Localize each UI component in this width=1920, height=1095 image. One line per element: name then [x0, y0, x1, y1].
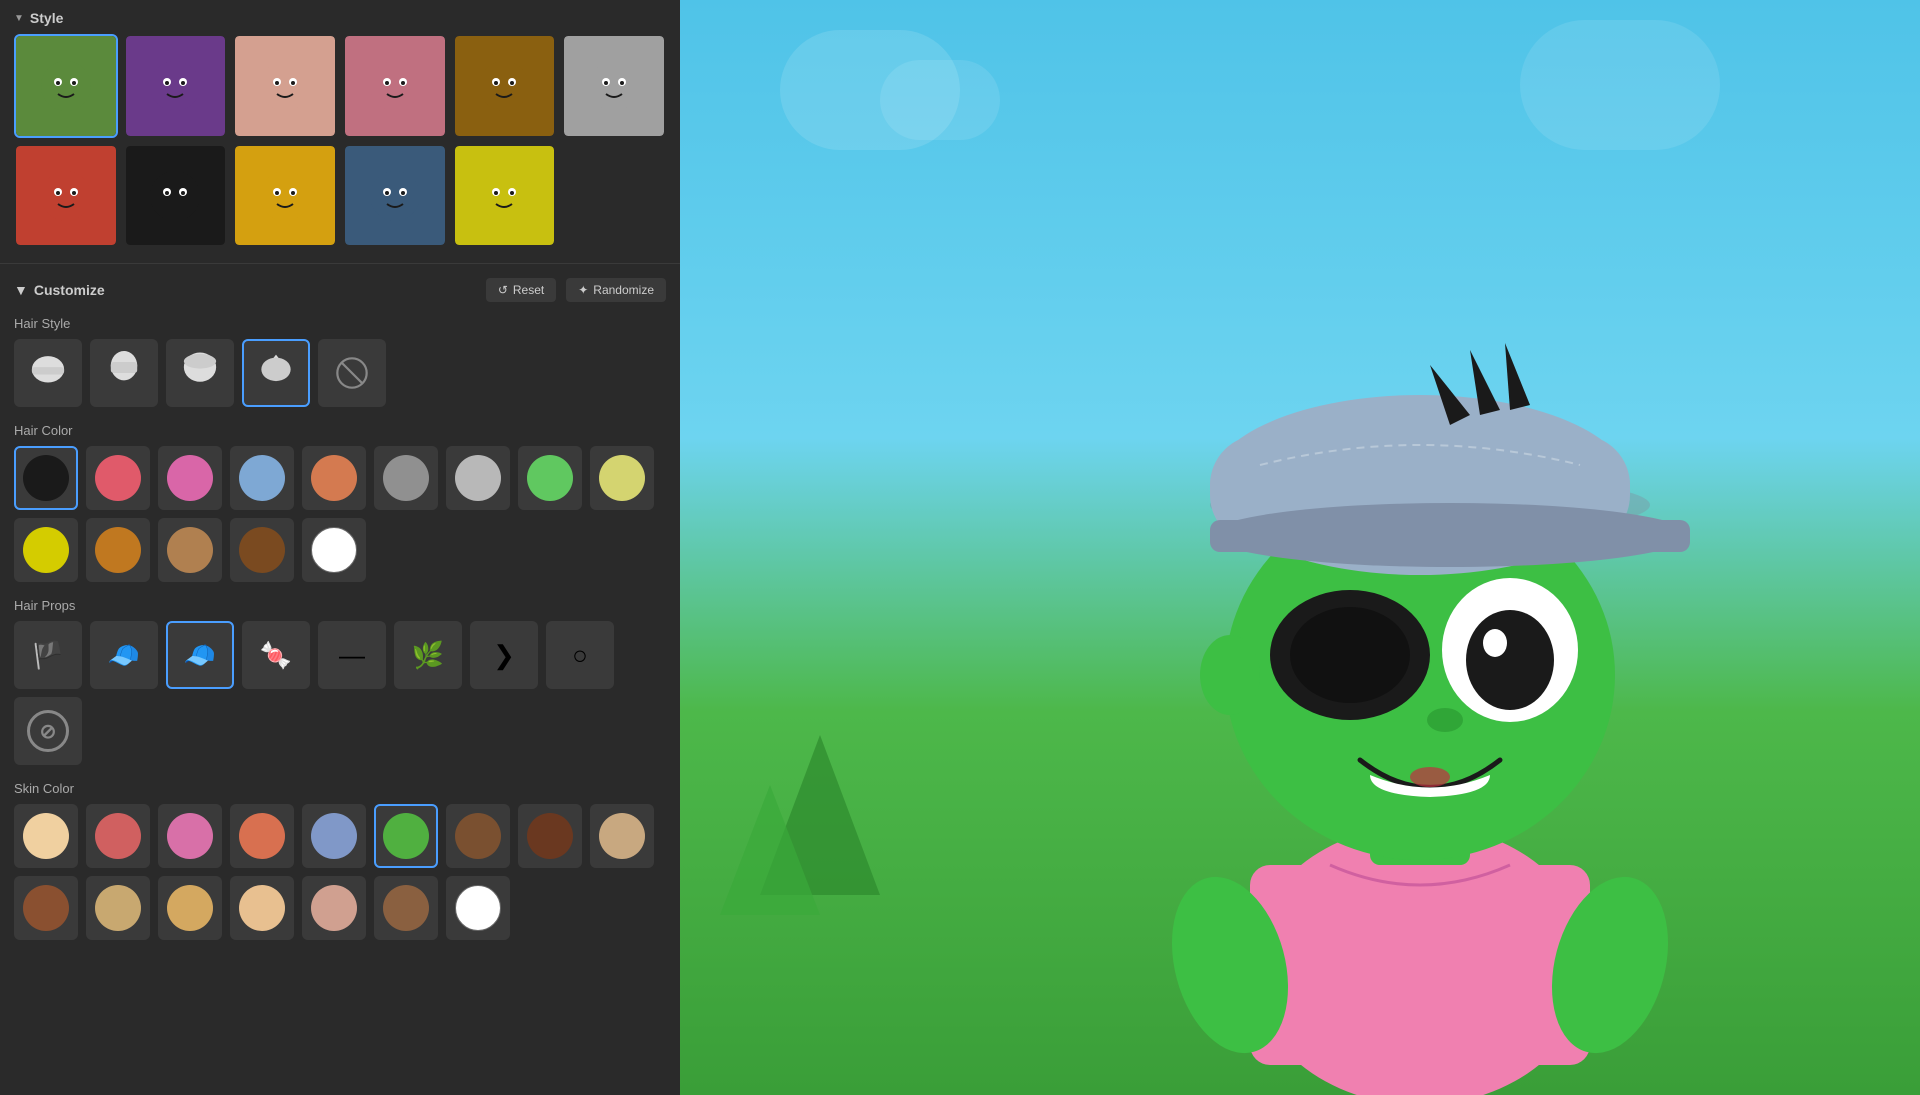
skin-color-section: Skin Color [0, 775, 680, 950]
cloud-shape-2 [880, 60, 1000, 140]
hair-color-swatch-3[interactable] [158, 446, 222, 510]
style-character-2[interactable] [124, 34, 228, 138]
randomize-label: Randomize [593, 283, 654, 297]
skin-color-swatch-9[interactable] [590, 804, 654, 868]
hair-color-swatch-11[interactable] [86, 518, 150, 582]
skin-color-swatch-5[interactable] [302, 804, 366, 868]
style-label: Style [30, 10, 63, 26]
skin-color-swatch-1[interactable] [14, 804, 78, 868]
tree-left2 [720, 785, 820, 915]
hair-style-item-4[interactable] [242, 339, 310, 407]
hair-color-swatch-5[interactable] [302, 446, 366, 510]
skin-color-swatch-16[interactable] [446, 876, 510, 940]
customize-header: ▼ Customize ↺ Reset ✦ Randomize [0, 268, 680, 310]
style-chevron: ▼ [14, 13, 24, 24]
hair-props-label: Hair Props [14, 598, 666, 613]
skin-color-swatch-13[interactable] [230, 876, 294, 940]
style-character-9[interactable] [233, 144, 337, 248]
scene-background [680, 0, 1920, 1095]
right-panel [680, 0, 1920, 1095]
customize-chevron: ▼ [14, 282, 28, 298]
style-character-1[interactable] [14, 34, 118, 138]
hair-color-swatch-1[interactable] [14, 446, 78, 510]
skin-color-swatch-15[interactable] [374, 876, 438, 940]
hair-color-swatch-14[interactable] [302, 518, 366, 582]
skin-color-swatch-11[interactable] [86, 876, 150, 940]
hair-prop-item-1[interactable]: 🏴 [14, 621, 82, 689]
randomize-icon: ✦ [578, 283, 588, 297]
style-grid [0, 34, 680, 259]
hair-color-swatch-10[interactable] [14, 518, 78, 582]
hair-prop-item-7[interactable]: ❯ [470, 621, 538, 689]
hair-style-section: Hair Style [0, 310, 680, 417]
hair-color-swatch-4[interactable] [230, 446, 294, 510]
hair-color-swatch-8[interactable] [518, 446, 582, 510]
reset-icon: ↺ [498, 283, 508, 297]
skin-color-grid [14, 804, 666, 940]
skin-color-swatch-4[interactable] [230, 804, 294, 868]
hair-prop-item-3[interactable]: 🧢 [166, 621, 234, 689]
hair-color-section: Hair Color [0, 417, 680, 592]
style-character-8[interactable] [124, 144, 228, 248]
hair-style-item-1[interactable] [14, 339, 82, 407]
hair-prop-item-4[interactable]: 🍬 [242, 621, 310, 689]
style-character-6[interactable] [562, 34, 666, 138]
style-character-11[interactable] [453, 144, 557, 248]
customize-label: Customize [34, 282, 105, 298]
reset-button[interactable]: ↺ Reset [486, 278, 556, 302]
hair-props-grid: 🏴🧢🧢🍬—🌿❯○⊘ [14, 621, 666, 765]
skin-color-swatch-3[interactable] [158, 804, 222, 868]
customize-title: ▼ Customize [14, 282, 105, 298]
hair-prop-item-8[interactable]: ○ [546, 621, 614, 689]
skin-color-swatch-10[interactable] [14, 876, 78, 940]
hair-color-label: Hair Color [14, 423, 666, 438]
hair-color-swatch-9[interactable] [590, 446, 654, 510]
style-character-5[interactable] [453, 34, 557, 138]
style-character-10[interactable] [343, 144, 447, 248]
randomize-button[interactable]: ✦ Randomize [566, 278, 666, 302]
cloud-shape-3 [1520, 20, 1720, 150]
skin-color-swatch-12[interactable] [158, 876, 222, 940]
hair-color-swatch-13[interactable] [230, 518, 294, 582]
hair-style-item-3[interactable] [166, 339, 234, 407]
hair-style-label: Hair Style [14, 316, 666, 331]
left-panel: ▼ Style [0, 0, 680, 1095]
skin-color-swatch-14[interactable] [302, 876, 366, 940]
hair-color-swatch-12[interactable] [158, 518, 222, 582]
hair-color-grid [14, 446, 666, 582]
reset-label: Reset [513, 283, 544, 297]
hair-prop-item-2[interactable]: 🧢 [90, 621, 158, 689]
hair-style-item-5[interactable] [318, 339, 386, 407]
hair-color-swatch-7[interactable] [446, 446, 510, 510]
skin-color-swatch-8[interactable] [518, 804, 582, 868]
hair-style-item-2[interactable] [90, 339, 158, 407]
style-character-4[interactable] [343, 34, 447, 138]
style-character-7[interactable] [14, 144, 118, 248]
skin-color-label: Skin Color [14, 781, 666, 796]
hair-props-section: Hair Props 🏴🧢🧢🍬—🌿❯○⊘ [0, 592, 680, 775]
style-section-header: ▼ Style [0, 0, 680, 34]
hair-color-swatch-2[interactable] [86, 446, 150, 510]
character-svg [970, 145, 1870, 1095]
customize-actions: ↺ Reset ✦ Randomize [486, 278, 666, 302]
skin-color-swatch-2[interactable] [86, 804, 150, 868]
hair-prop-item-6[interactable]: 🌿 [394, 621, 462, 689]
hair-prop-item-9[interactable]: ⊘ [14, 697, 82, 765]
skin-color-swatch-6[interactable] [374, 804, 438, 868]
hair-prop-item-5[interactable]: — [318, 621, 386, 689]
divider [0, 263, 680, 264]
style-character-3[interactable] [233, 34, 337, 138]
skin-color-swatch-7[interactable] [446, 804, 510, 868]
hair-color-swatch-6[interactable] [374, 446, 438, 510]
hair-style-grid [14, 339, 666, 407]
